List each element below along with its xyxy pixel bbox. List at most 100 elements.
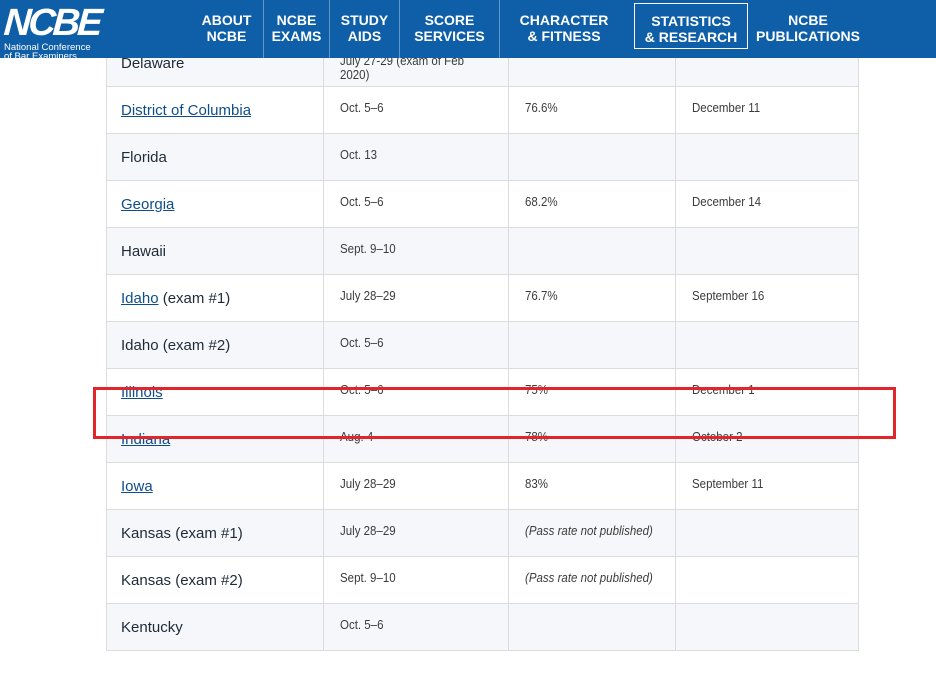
exam-date-cell: Aug. 4 xyxy=(323,416,508,463)
nav-about-ncbe[interactable]: ABOUT NCBE xyxy=(190,0,264,58)
release-date: December 14 xyxy=(692,195,762,209)
pass-rate-cell: 83% xyxy=(508,463,675,510)
exam-date: Oct. 13 xyxy=(340,148,378,162)
nav-label-line1: STUDY xyxy=(340,12,389,28)
jurisdiction-link[interactable]: Iowa xyxy=(121,478,153,495)
pass-rate-cell xyxy=(508,228,675,275)
jurisdiction-cell: Georgia xyxy=(106,181,323,228)
release-date-cell: September 16 xyxy=(675,275,859,322)
nav-label-line2: NCBE xyxy=(206,28,247,44)
jurisdiction-label: Kentucky xyxy=(121,619,183,636)
exam-date-cell: Sept. 9–10 xyxy=(323,228,508,275)
nav-label-line2: & RESEARCH xyxy=(644,29,738,45)
jurisdiction-cell: Kansas (exam #2) xyxy=(106,557,323,604)
table-row: Florida Oct. 13 xyxy=(106,134,859,181)
exam-date: July 27-29 (exam of Feb 2020) xyxy=(340,58,465,82)
release-date-cell: December 1 xyxy=(675,369,859,416)
nav-label-line2: EXAMS xyxy=(271,28,322,44)
nav-label-line2: PUBLICATIONS xyxy=(756,28,860,44)
exam-date-cell: July 28–29 xyxy=(323,510,508,557)
release-date: December 1 xyxy=(692,383,755,397)
jurisdiction-label: Kansas (exam #1) xyxy=(121,525,243,542)
site-header: NCBE National Conference of Bar Examiner… xyxy=(0,0,936,61)
jurisdiction-cell: Kansas (exam #1) xyxy=(106,510,323,557)
release-date: September 16 xyxy=(692,289,765,303)
jurisdiction-label: Idaho (exam #2) xyxy=(121,337,231,354)
pass-rate: (Pass rate not published) xyxy=(525,524,653,538)
release-date: December 11 xyxy=(692,101,761,115)
table-row: District of Columbia Oct. 5–6 76.6% Decembe… xyxy=(106,87,859,134)
jurisdiction-label: Illinois xyxy=(121,384,163,401)
jurisdiction-cell: Indiana xyxy=(106,416,323,463)
nav-ncbe-exams[interactable]: NCBE EXAMS xyxy=(264,0,330,58)
release-date-cell xyxy=(675,604,859,651)
jurisdiction-link[interactable]: Indiana xyxy=(121,431,170,448)
jurisdiction-label: Florida xyxy=(121,149,167,166)
nav-label-line1: STATISTICS xyxy=(651,13,731,29)
pass-rate: 78% xyxy=(525,430,549,444)
pass-rate: (Pass rate not published) xyxy=(525,571,653,585)
jurisdiction-cell: Florida xyxy=(106,134,323,181)
table-row: Hawaii Sept. 9–10 xyxy=(106,228,859,275)
pass-rate-cell xyxy=(508,134,675,181)
exam-date-cell: Oct. 13 xyxy=(323,134,508,181)
jurisdiction-label: Kansas (exam #2) xyxy=(121,572,243,589)
release-date: September 11 xyxy=(692,477,764,491)
table-row: Idaho (exam #1) July 28–29 76.7% September … xyxy=(106,275,859,322)
exam-date: Aug. 4 xyxy=(340,430,374,444)
pass-rate-cell: 76.7% xyxy=(508,275,675,322)
nav-label-line2: SERVICES xyxy=(414,28,485,44)
nav-label-line1: NCBE xyxy=(788,12,828,28)
exam-date-cell: Oct. 5–6 xyxy=(323,87,508,134)
jurisdiction-link[interactable]: Georgia xyxy=(121,196,174,213)
nav-label-line1: ABOUT xyxy=(201,12,252,28)
pass-rate-cell xyxy=(508,604,675,651)
release-date-cell xyxy=(675,557,859,604)
release-date-cell xyxy=(675,322,859,369)
nav-score-services[interactable]: SCORE SERVICES xyxy=(400,0,500,58)
jurisdiction-label: Delaware xyxy=(121,58,185,72)
ncbe-logo[interactable]: NCBE National Conference of Bar Examiner… xyxy=(2,2,102,61)
exam-date-cell: July 28–29 xyxy=(323,463,508,510)
release-date-cell xyxy=(675,510,859,557)
jurisdiction-link[interactable]: Illinois xyxy=(121,384,163,401)
release-date-cell xyxy=(675,228,859,275)
jurisdiction-cell: Idaho (exam #2) xyxy=(106,322,323,369)
pass-rate: 83% xyxy=(525,477,549,491)
exam-date-cell: July 27-29 (exam of Feb 2020) xyxy=(323,58,508,87)
nav-character-fitness[interactable]: CHARACTER & FITNESS xyxy=(500,0,628,58)
table-row: Delaware July 27-29 (exam of Feb 2020) xyxy=(106,58,859,87)
table-row: Illinois Oct. 5–6 75% December 1 xyxy=(106,369,859,416)
table-row: Kentucky Oct. 5–6 xyxy=(106,604,859,651)
pass-rate-cell: 78% xyxy=(508,416,675,463)
nav-label-line1: NCBE xyxy=(276,12,317,28)
pass-rate-cell: 68.2% xyxy=(508,181,675,228)
nav-ncbe-publications[interactable]: NCBE PUBLICATIONS xyxy=(750,0,866,58)
exam-date: July 28–29 xyxy=(340,289,396,303)
jurisdiction-cell: Iowa xyxy=(106,463,323,510)
exam-date: Oct. 5–6 xyxy=(340,195,384,209)
exam-date-cell: Oct. 5–6 xyxy=(323,181,508,228)
jurisdiction-link[interactable]: Idaho xyxy=(121,290,159,307)
release-date: October 2 xyxy=(692,430,743,444)
release-date-cell: December 11 xyxy=(675,87,859,134)
pass-rate: 76.7% xyxy=(525,289,558,303)
exam-date-cell: July 28–29 xyxy=(323,275,508,322)
exam-date-cell: Oct. 5–6 xyxy=(323,604,508,651)
release-date-cell: September 11 xyxy=(675,463,859,510)
jurisdiction-cell: Illinois xyxy=(106,369,323,416)
exam-date-cell: Sept. 9–10 xyxy=(323,557,508,604)
exam-date: Oct. 5–6 xyxy=(340,336,384,350)
pass-rate-cell: (Pass rate not published) xyxy=(508,557,675,604)
jurisdiction-link[interactable]: District of Columbia xyxy=(121,102,251,119)
table-row: Iowa July 28–29 83% September 11 xyxy=(106,463,859,510)
jurisdiction-cell: Kentucky xyxy=(106,604,323,651)
nav-statistics-research[interactable]: STATISTICS & RESEARCH xyxy=(634,3,748,49)
pass-rate-cell: 75% xyxy=(508,369,675,416)
exam-date: Oct. 5–6 xyxy=(340,618,384,632)
jurisdiction-label: Indiana xyxy=(121,431,170,448)
logo-mark: NCBE xyxy=(2,2,102,44)
nav-study-aids[interactable]: STUDY AIDS xyxy=(330,0,400,58)
exam-date: July 28–29 xyxy=(340,477,396,491)
jurisdiction-label: Idaho (exam #1) xyxy=(121,290,230,307)
